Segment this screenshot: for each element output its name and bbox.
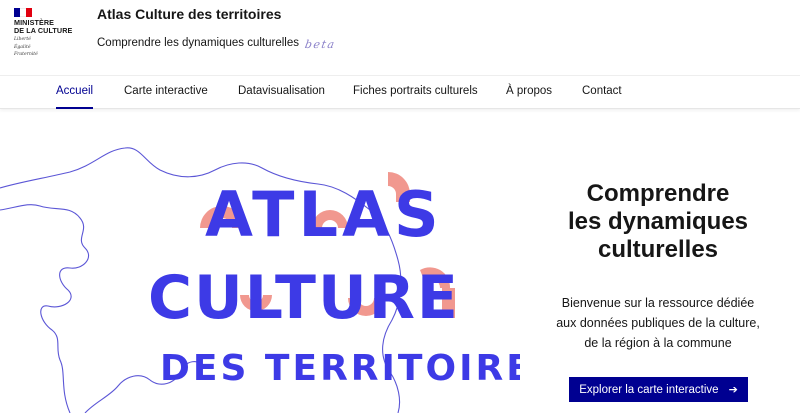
ministry-motto-2: Égalité [14, 44, 31, 50]
atlas-hero-illustration: ATLAS CULTURE DES TERRITOIRES [0, 147, 520, 413]
hero-description: Bienvenue sur la ressource dédiée aux do… [536, 293, 780, 353]
site-title[interactable]: Atlas Culture des territoires [97, 6, 281, 22]
nav-item-fiches-portraits[interactable]: Fiches portraits culturels [353, 76, 478, 109]
hero-heading-line-2: les dynamiques [567, 208, 749, 235]
france-outline-west [0, 204, 90, 413]
ministry-motto-1: Liberté [14, 37, 31, 42]
hero-section: ATLAS CULTURE DES TERRITOIRES Comprendre… [0, 110, 800, 413]
nav-item-a-propos[interactable]: À propos [506, 76, 552, 109]
hero-text-line-2: aux données publiques de la culture, [556, 316, 760, 330]
beta-badge: beta [303, 38, 337, 51]
nav-item-accueil[interactable]: Accueil [56, 76, 94, 109]
main-navigation: Accueil Carte interactive Datavisualisat… [0, 75, 800, 109]
art-word-culture: CULTURE [148, 263, 460, 333]
site-header: MINISTÈRE DE LA CULTURE Liberté Égalité … [0, 0, 800, 75]
nav-item-carte-interactive[interactable]: Carte interactive [124, 76, 208, 109]
art-word-des-territoires: DES TERRITOIRES [160, 348, 520, 389]
tagline-row: Comprendre les dynamiques culturelles be… [97, 34, 337, 52]
ministry-name-line2: DE LA CULTURE [14, 26, 73, 35]
hero-text-line-3: de la région à la commune [584, 336, 732, 350]
explore-map-button[interactable]: Explorer la carte interactive ➔ [569, 377, 748, 402]
nav-item-contact[interactable]: Contact [582, 76, 622, 109]
hero-heading-line-3: culturelles [597, 236, 719, 263]
hero-heading: Comprendre les dynamiques culturelles [548, 180, 768, 264]
french-flag-icon [14, 8, 32, 17]
site-tagline: Comprendre les dynamiques culturelles [97, 36, 299, 49]
explore-map-button-label: Explorer la carte interactive [579, 383, 719, 396]
arrow-right-icon: ➔ [728, 384, 738, 396]
hero-heading-line-1: Comprendre [586, 180, 730, 207]
art-word-atlas: ATLAS [205, 178, 443, 251]
nav-item-datavisualisation[interactable]: Datavisualisation [238, 76, 325, 109]
hero-text-line-1: Bienvenue sur la ressource dédiée [561, 296, 755, 310]
ministry-logo[interactable]: MINISTÈRE DE LA CULTURE Liberté Égalité … [14, 8, 84, 58]
ministry-motto-3: Fraternité [14, 52, 38, 58]
